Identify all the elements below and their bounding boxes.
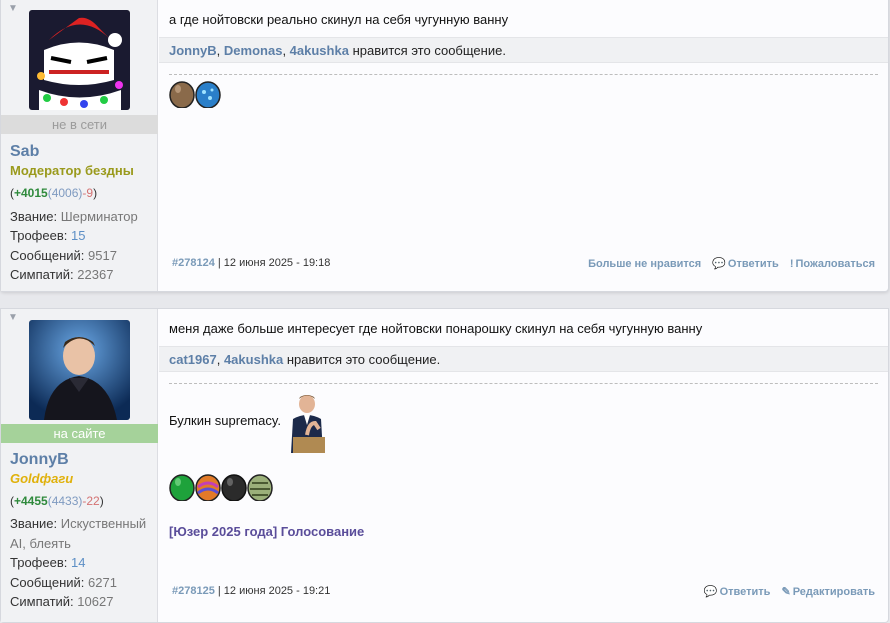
rep-close: ) — [93, 186, 98, 200]
rank-row-continued: AI, блеять — [10, 534, 71, 554]
pencil-icon: ✎ — [781, 586, 791, 598]
liker-link[interactable]: 4akushka — [290, 43, 349, 58]
rep-positive: (4433) — [47, 494, 83, 508]
likes-label: Симпатий: — [10, 594, 74, 609]
rep-negative: -9 — [82, 186, 94, 200]
forum-post: ▼ не в сети Sab Модератор бездны (+4015(… — [0, 0, 889, 292]
post-date: | 12 июня 2025 - 19:18 — [217, 257, 331, 269]
post-content: меня даже больше интересует где нойтовск… — [159, 309, 888, 622]
brown-egg-icon[interactable] — [169, 80, 195, 108]
reputation: (+4455(4433)-22) — [10, 494, 104, 508]
trophies-label: Трофеев: — [10, 555, 68, 570]
liker-link[interactable]: JonnyB — [169, 43, 217, 58]
rep-negative: -22 — [82, 494, 100, 508]
post-footer: #278124 | 12 июня 2025 - 19:18 Больше не… — [172, 257, 875, 271]
signature-text: Булкин supremacy. — [169, 413, 282, 428]
collapse-arrow-icon[interactable]: ▼ — [8, 3, 18, 14]
username-link[interactable]: Sab — [10, 143, 39, 161]
blue-egg-icon[interactable] — [195, 80, 221, 108]
report-label: Пожаловаться — [795, 258, 875, 270]
messages-value: 9517 — [88, 248, 117, 263]
likes-bar: JonnyB, Demonas, 4akushka нравится это с… — [159, 37, 888, 63]
likes-suffix: нравится это сообщение. — [352, 43, 506, 58]
rank-row: Звание: Шерминатор — [10, 207, 138, 227]
likes-value: 10627 — [77, 594, 114, 609]
liker-link[interactable]: Demonas — [224, 43, 283, 58]
user-info-panel: ▼ на сайте JonnyB Goldфаги (+4455(4433)-… — [1, 309, 158, 622]
rank-value: AI, блеять — [10, 536, 71, 551]
black-egg-icon[interactable] — [221, 473, 247, 501]
egg-collection — [169, 473, 273, 503]
username-link[interactable]: JonnyB — [10, 451, 69, 469]
post-date: | 12 июня 2025 - 19:21 — [217, 585, 331, 597]
rank-row: Звание: Искуственный — [10, 514, 146, 534]
signature-divider — [169, 383, 878, 384]
reply-label: Ответить — [727, 258, 779, 270]
unlike-button[interactable]: Больше не нравится — [588, 258, 701, 270]
messages-row: Сообщений: 6271 — [10, 573, 117, 593]
edit-button[interactable]: ✎ Редактировать — [782, 586, 875, 598]
user-title: Goldфаги — [10, 471, 74, 486]
speech-bubble-icon: 💬 — [712, 258, 726, 270]
messages-label: Сообщений: — [10, 248, 85, 263]
post-permalink[interactable]: #278124 — [172, 257, 215, 269]
likes-bar: cat1967, 4akushka нравится это сообщение… — [159, 346, 888, 372]
rep-close: ) — [99, 494, 104, 508]
post-content: а где нойтовски реально скинул на себя ч… — [159, 0, 888, 291]
likes-suffix: нравится это сообщение. — [286, 352, 441, 367]
likes-label: Симпатий: — [10, 267, 74, 282]
post-footer: #278125 | 12 июня 2025 - 19:21 💬 Ответить… — [172, 585, 875, 599]
user-title: Модератор бездны — [10, 163, 134, 178]
message-text: меня даже больше интересует где нойтовск… — [169, 321, 703, 336]
online-status: на сайте — [1, 424, 158, 443]
striped-egg-icon[interactable] — [247, 473, 273, 501]
rep-total: +4455 — [14, 494, 48, 508]
rainbow-egg-icon[interactable] — [195, 473, 221, 501]
likes-value: 22367 — [77, 267, 114, 282]
speech-bubble-icon: 💬 — [703, 586, 718, 598]
messages-label: Сообщений: — [10, 575, 85, 590]
trophies-label: Трофеев: — [10, 228, 68, 243]
liker-link[interactable]: cat1967 — [169, 352, 217, 367]
messages-row: Сообщений: 9517 — [10, 246, 117, 266]
post-actions: Больше не нравится 💬 Ответить ! Пожаловать… — [580, 257, 875, 270]
message-text: а где нойтовски реально скинул на себя ч… — [169, 12, 509, 27]
collapse-arrow-icon[interactable]: ▼ — [8, 312, 18, 323]
reply-button[interactable]: 💬 Ответить — [704, 586, 771, 598]
liker-link[interactable]: 4akushka — [224, 352, 283, 367]
green-egg-icon[interactable] — [169, 473, 195, 501]
forum-post: ▼ на сайте JonnyB Goldфаги (+4455(4433)-… — [0, 308, 889, 623]
avatar[interactable] — [29, 10, 130, 110]
likes-row: Симпатий: 22367 — [10, 265, 113, 285]
trophies-row: Трофеев: 15 — [10, 226, 85, 246]
trophies-link[interactable]: 15 — [71, 228, 85, 243]
post-actions: 💬 Ответить ✎ Редактировать — [696, 585, 875, 598]
rep-positive: (4006) — [47, 186, 83, 200]
likes-row: Симпатий: 10627 — [10, 592, 113, 612]
rank-label: Звание: — [10, 209, 58, 224]
messages-value: 6271 — [88, 575, 117, 590]
trophies-link[interactable]: 14 — [71, 555, 85, 570]
avatar[interactable] — [29, 320, 130, 420]
trophies-row: Трофеев: 14 — [10, 553, 85, 573]
reputation: (+4015(4006)-9) — [10, 186, 97, 200]
rank-value: Шерминатор — [60, 209, 138, 224]
offline-status: не в сети — [1, 115, 158, 134]
man-in-suit-picture — [285, 393, 333, 460]
rep-total: +4015 — [14, 186, 48, 200]
egg-collection — [169, 80, 221, 110]
rank-label: Звание: — [10, 516, 58, 531]
report-button[interactable]: ! Пожаловаться — [790, 258, 875, 270]
signature-divider — [169, 74, 878, 75]
rank-value: Искуственный — [60, 516, 147, 531]
exclamation-icon: ! — [789, 258, 794, 270]
reply-button[interactable]: 💬 Ответить — [712, 258, 779, 270]
signature-vote-link[interactable]: [Юзер 2025 года] Голосование — [169, 524, 364, 539]
user-info-panel: ▼ не в сети Sab Модератор бездны (+4015(… — [1, 0, 158, 291]
edit-label: Редактировать — [792, 586, 875, 598]
reply-label: Ответить — [719, 586, 771, 598]
post-permalink[interactable]: #278125 — [172, 585, 215, 597]
